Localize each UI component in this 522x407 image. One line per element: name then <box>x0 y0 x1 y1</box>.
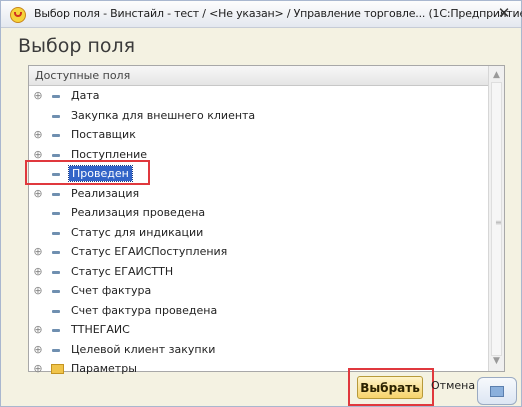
tree-rows: ⊕ Дата Закупка для внешнего клиента ⊕ Постав… <box>29 87 489 380</box>
tree-column-header[interactable]: Доступные поля <box>29 66 489 86</box>
vertical-scrollbar[interactable]: ▲ ≡ ▼ <box>488 66 504 371</box>
expand-plus-icon[interactable]: ⊕ <box>33 129 43 140</box>
expand-plus-icon[interactable]: ⊕ <box>33 344 43 355</box>
folder-icon <box>51 364 64 374</box>
tree-row[interactable]: ⊕ Поставщик <box>29 126 489 146</box>
tree-item-label: ТТНЕГАИС <box>71 323 130 336</box>
highlight-box-selected-field <box>25 160 150 185</box>
tree-row[interactable]: Статус для индикации <box>29 224 489 244</box>
tree-row[interactable]: ⊕ Реализация <box>29 185 489 205</box>
field-icon <box>52 270 60 274</box>
expand-plus-icon[interactable]: ⊕ <box>33 246 43 257</box>
tree-item-label: Поставщик <box>71 128 136 141</box>
dialog-heading: Выбор поля <box>18 35 136 57</box>
tree-header-label: Доступные поля <box>35 69 131 82</box>
expand-plus-icon[interactable]: ⊕ <box>33 188 43 199</box>
expand-plus-icon[interactable]: ⊕ <box>33 149 43 160</box>
field-icon <box>52 134 60 137</box>
field-icon <box>52 309 60 313</box>
field-icon <box>52 348 60 352</box>
tree-row[interactable]: ⊕ Целевой клиент закупки <box>29 341 489 361</box>
field-icon <box>52 231 60 235</box>
field-icon <box>52 192 60 196</box>
dialog-window: Выбор поля - Винстайл - тест / <Не указа… <box>0 0 522 407</box>
tree-row[interactable]: ⊕ Дата <box>29 87 489 107</box>
tree-item-label: Реализация <box>71 186 140 200</box>
expand-plus-icon[interactable]: ⊕ <box>33 324 43 335</box>
field-icon <box>52 114 60 118</box>
tree-row[interactable]: Закупка для внешнего клиента <box>29 107 489 127</box>
tree-item-label: Счет фактура <box>71 284 152 297</box>
field-icon <box>52 153 60 157</box>
tree-item-label: Статус ЕГАИСПоступления <box>71 245 228 258</box>
tree-item-label: Счет фактура проведена <box>71 303 218 317</box>
title-bar: Выбор поля - Винстайл - тест / <Не указа… <box>1 1 522 28</box>
tree-item-label: Целевой клиент закупки <box>71 342 216 356</box>
field-icon <box>52 251 60 254</box>
app-logo-icon[interactable] <box>10 7 26 23</box>
tree-item-label: Поступление <box>71 147 148 161</box>
tree-item-label: Закупка для внешнего клиента <box>71 108 256 122</box>
tree-item-label: Реализация проведена <box>71 206 206 219</box>
tree-row[interactable]: ⊕ Статус ЕГАИСТТН <box>29 263 489 283</box>
floating-panel-icon[interactable] <box>477 377 517 405</box>
field-icon <box>52 95 60 98</box>
tree-item-label: Статус для индикации <box>71 225 204 239</box>
scroll-up-icon[interactable]: ▲ <box>489 68 504 83</box>
field-icon <box>52 329 60 332</box>
tree-row[interactable]: ⊕ Счет фактура <box>29 282 489 302</box>
field-icon <box>52 290 60 293</box>
tree-row[interactable]: ⊕ ТТНЕГАИС <box>29 321 489 341</box>
expand-plus-icon[interactable]: ⊕ <box>33 363 43 374</box>
tree-item-label: Дата <box>71 89 100 102</box>
expand-plus-icon[interactable]: ⊕ <box>33 90 43 101</box>
tree-row[interactable]: Счет фактура проведена <box>29 302 489 322</box>
cancel-button[interactable]: Отмена <box>431 379 475 392</box>
scroll-grip-icon: ≡ <box>495 218 502 227</box>
scroll-down-icon[interactable]: ▼ <box>489 354 504 369</box>
close-button[interactable]: ✕ <box>495 4 513 22</box>
expand-plus-icon[interactable]: ⊕ <box>33 266 43 277</box>
highlight-box-select-button <box>348 368 434 406</box>
scroll-thumb[interactable]: ≡ <box>491 82 502 356</box>
expand-plus-icon[interactable]: ⊕ <box>33 285 43 296</box>
field-icon <box>52 212 60 215</box>
tree-row[interactable]: ⊕ Статус ЕГАИСПоступления <box>29 243 489 263</box>
tree-item-label: Статус ЕГАИСТТН <box>71 264 174 278</box>
tree-row[interactable]: Реализация проведена <box>29 204 489 224</box>
available-fields-tree[interactable]: Доступные поля ⊕ Дата Закупка для внешнего… <box>28 65 505 375</box>
tree-item-label: Параметры <box>71 362 137 375</box>
window-title: Выбор поля - Винстайл - тест / <Не указа… <box>34 7 522 20</box>
